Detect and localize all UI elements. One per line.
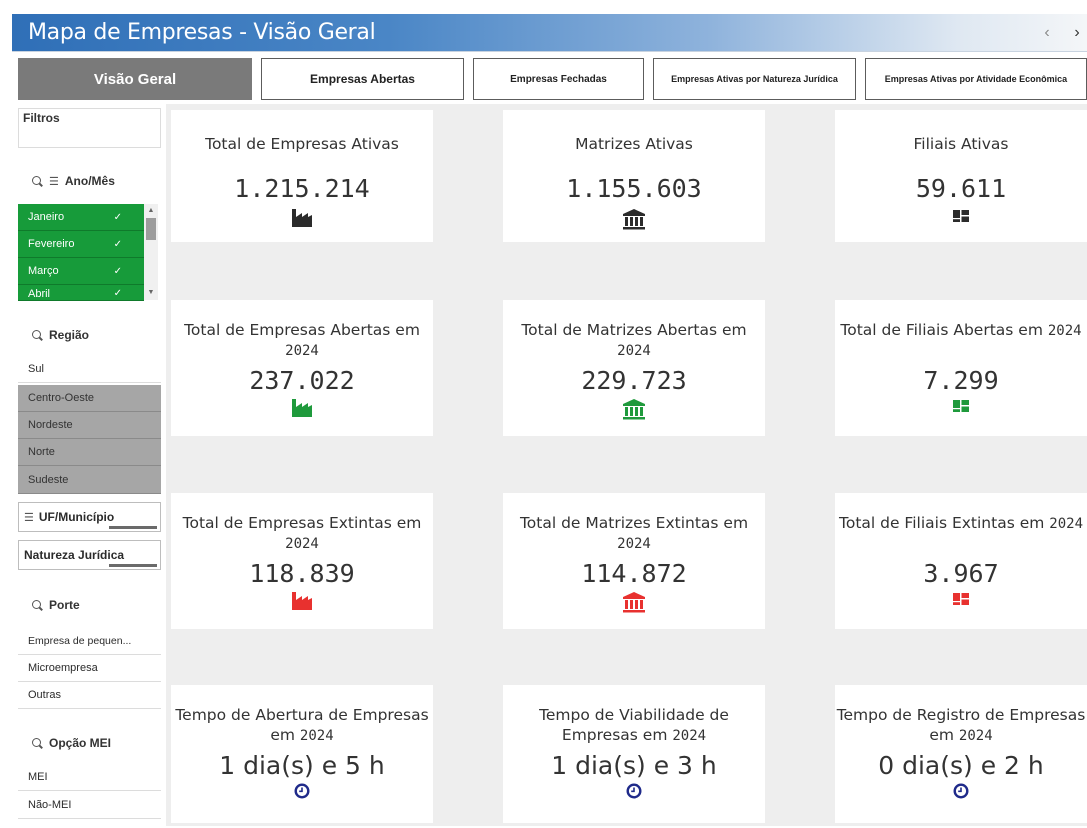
search-icon [32,737,43,749]
kpi-card-filiais-extintas[interactable]: Total de Filiais Extintas em 2024 3.967 [835,493,1087,629]
bank-icon [623,209,645,230]
list-item-abril[interactable]: Abril ✓ [18,285,144,301]
list-icon: ☰ [24,511,34,524]
kpi-grid: Total de Empresas Ativas 1.215.214 Matri… [166,104,1087,826]
kpi-value: 229.723 [581,366,687,395]
kpi-value: 118.839 [249,559,355,588]
kpi-title: Total de Empresas Ativas [205,135,399,153]
next-sheet-button[interactable]: › [1068,23,1086,43]
kpi-title: Total de Matrizes Extintas em 2024 [519,514,749,552]
check-icon: ✓ [113,211,122,223]
tab-empresas-fechadas[interactable]: Empresas Fechadas [473,58,644,100]
kpi-value: 237.022 [249,366,355,395]
kpi-card-matrizes-extintas[interactable]: Total de Matrizes Extintas em 2024 114.87… [503,493,765,629]
list-item-centro-oeste[interactable]: Centro-Oeste [18,385,161,412]
kpi-card-tempo-viabilidade[interactable]: Tempo de Viabilidade de Empresas em 2024 … [503,685,765,823]
kpi-value: 59.611 [915,174,1007,203]
search-icon [32,599,43,611]
previous-sheet-button[interactable]: ‹ [1038,23,1056,43]
filter-underline [109,526,157,529]
kpi-card-empresas-abertas[interactable]: Total de Empresas Abertas em 2024 237.022 [171,300,433,436]
kpi-title: Total de Empresas Abertas em 2024 [184,321,420,359]
kpi-title: Filiais Ativas [913,135,1009,153]
building-icon [953,400,969,412]
check-icon: ✓ [113,265,122,277]
clock-icon [626,783,642,799]
list-item-janeiro[interactable]: Janeiro ✓ [18,204,144,231]
scroll-down-icon[interactable]: ▼ [146,288,156,298]
opcao-mei-header[interactable]: Opção MEI [32,736,111,750]
kpi-card-tempo-abertura[interactable]: Tempo de Abertura de Empresas em 2024 1 d… [171,685,433,823]
filters-title: Filtros [18,108,161,148]
kpi-title: Total de Empresas Extintas em 2024 [182,514,422,552]
kpi-value: 1.155.603 [566,174,702,203]
search-icon [32,329,43,341]
kpi-title: Total de Filiais Extintas em 2024 [839,514,1083,532]
tab-empresas-abertas[interactable]: Empresas Abertas [261,58,464,100]
tab-visao-geral[interactable]: Visão Geral [18,58,252,100]
kpi-title: Total de Filiais Abertas em 2024 [840,321,1082,339]
ano-mes-scrollbar[interactable]: ▲ ▼ [144,204,158,300]
tab-empresas-ativas-natureza-juridica[interactable]: Empresas Ativas por Natureza Jurídica [653,58,856,100]
bank-icon [623,592,645,613]
kpi-title: Matrizes Ativas [575,135,693,153]
factory-icon [292,399,312,417]
kpi-value: 1.215.214 [234,174,370,203]
list-item-norte[interactable]: Norte [18,439,161,466]
factory-icon [292,209,312,227]
list-item-nordeste[interactable]: Nordeste [18,412,161,439]
list-item-microempresa[interactable]: Microempresa [18,655,161,682]
natureza-juridica-filter[interactable]: Natureza Jurídica [18,540,161,570]
filters-sidebar: Filtros ☰ Ano/Mês Janeiro ✓ Fevereiro ✓ Ma… [18,104,161,824]
filter-underline [109,564,157,567]
kpi-value: 1 dia(s) e 3 h [551,751,717,780]
list-item-empresa-pequeno-porte[interactable]: Empresa de pequen... [18,628,161,655]
kpi-title: Total de Matrizes Abertas em 2024 [521,321,747,359]
kpi-card-empresas-extintas[interactable]: Total de Empresas Extintas em 2024 118.83… [171,493,433,629]
kpi-card-matrizes-abertas[interactable]: Total de Matrizes Abertas em 2024 229.723 [503,300,765,436]
list-item-nao-mei[interactable]: Não-MEI [18,792,161,819]
building-icon [953,210,969,222]
kpi-value: 114.872 [581,559,687,588]
kpi-title: Tempo de Abertura de Empresas em 2024 [175,706,429,744]
kpi-card-matrizes-ativas[interactable]: Matrizes Ativas 1.155.603 [503,110,765,242]
factory-icon [292,592,312,610]
list-item-sudeste[interactable]: Sudeste [18,466,161,494]
scroll-thumb[interactable] [146,218,156,240]
scroll-up-icon[interactable]: ▲ [146,206,156,216]
uf-municipio-filter[interactable]: ☰ UF/Município [18,502,161,532]
list-item-mei[interactable]: MEI [18,764,161,791]
porte-header[interactable]: Porte [32,598,80,612]
kpi-value: 1 dia(s) e 5 h [219,751,385,780]
kpi-title: Tempo de Viabilidade de Empresas em 2024 [539,706,729,744]
tab-empresas-ativas-atividade-economica[interactable]: Empresas Ativas por Atividade Econômica [865,58,1087,100]
clock-icon [953,783,969,799]
kpi-card-empresas-ativas[interactable]: Total de Empresas Ativas 1.215.214 [171,110,433,242]
search-icon [32,175,43,187]
kpi-value: 3.967 [923,559,999,588]
list-item-outras[interactable]: Outras [18,682,161,709]
app-title: Mapa de Empresas - Visão Geral [28,20,376,45]
kpi-card-filiais-abertas[interactable]: Total de Filiais Abertas em 2024 7.299 [835,300,1087,436]
kpi-value: 7.299 [923,366,999,395]
kpi-title: Tempo de Registro de Empresas em 2024 [836,706,1086,744]
check-icon: ✓ [113,238,122,250]
regiao-header[interactable]: Região [32,328,89,342]
building-icon [953,593,969,605]
list-item-marco[interactable]: Março ✓ [18,258,144,285]
clock-icon [294,783,310,799]
list-icon: ☰ [49,175,59,188]
kpi-card-filiais-ativas[interactable]: Filiais Ativas 59.611 [835,110,1087,242]
kpi-card-tempo-registro[interactable]: Tempo de Registro de Empresas em 2024 0 d… [835,685,1087,823]
bank-icon [623,399,645,420]
title-bar: Mapa de Empresas - Visão Geral ‹ › [12,14,1087,52]
ano-mes-header[interactable]: ☰ Ano/Mês [32,174,115,188]
list-item-sul[interactable]: Sul [18,356,161,383]
list-item-fevereiro[interactable]: Fevereiro ✓ [18,231,144,258]
check-icon: ✓ [113,288,122,299]
kpi-value: 0 dia(s) e 2 h [878,751,1044,780]
